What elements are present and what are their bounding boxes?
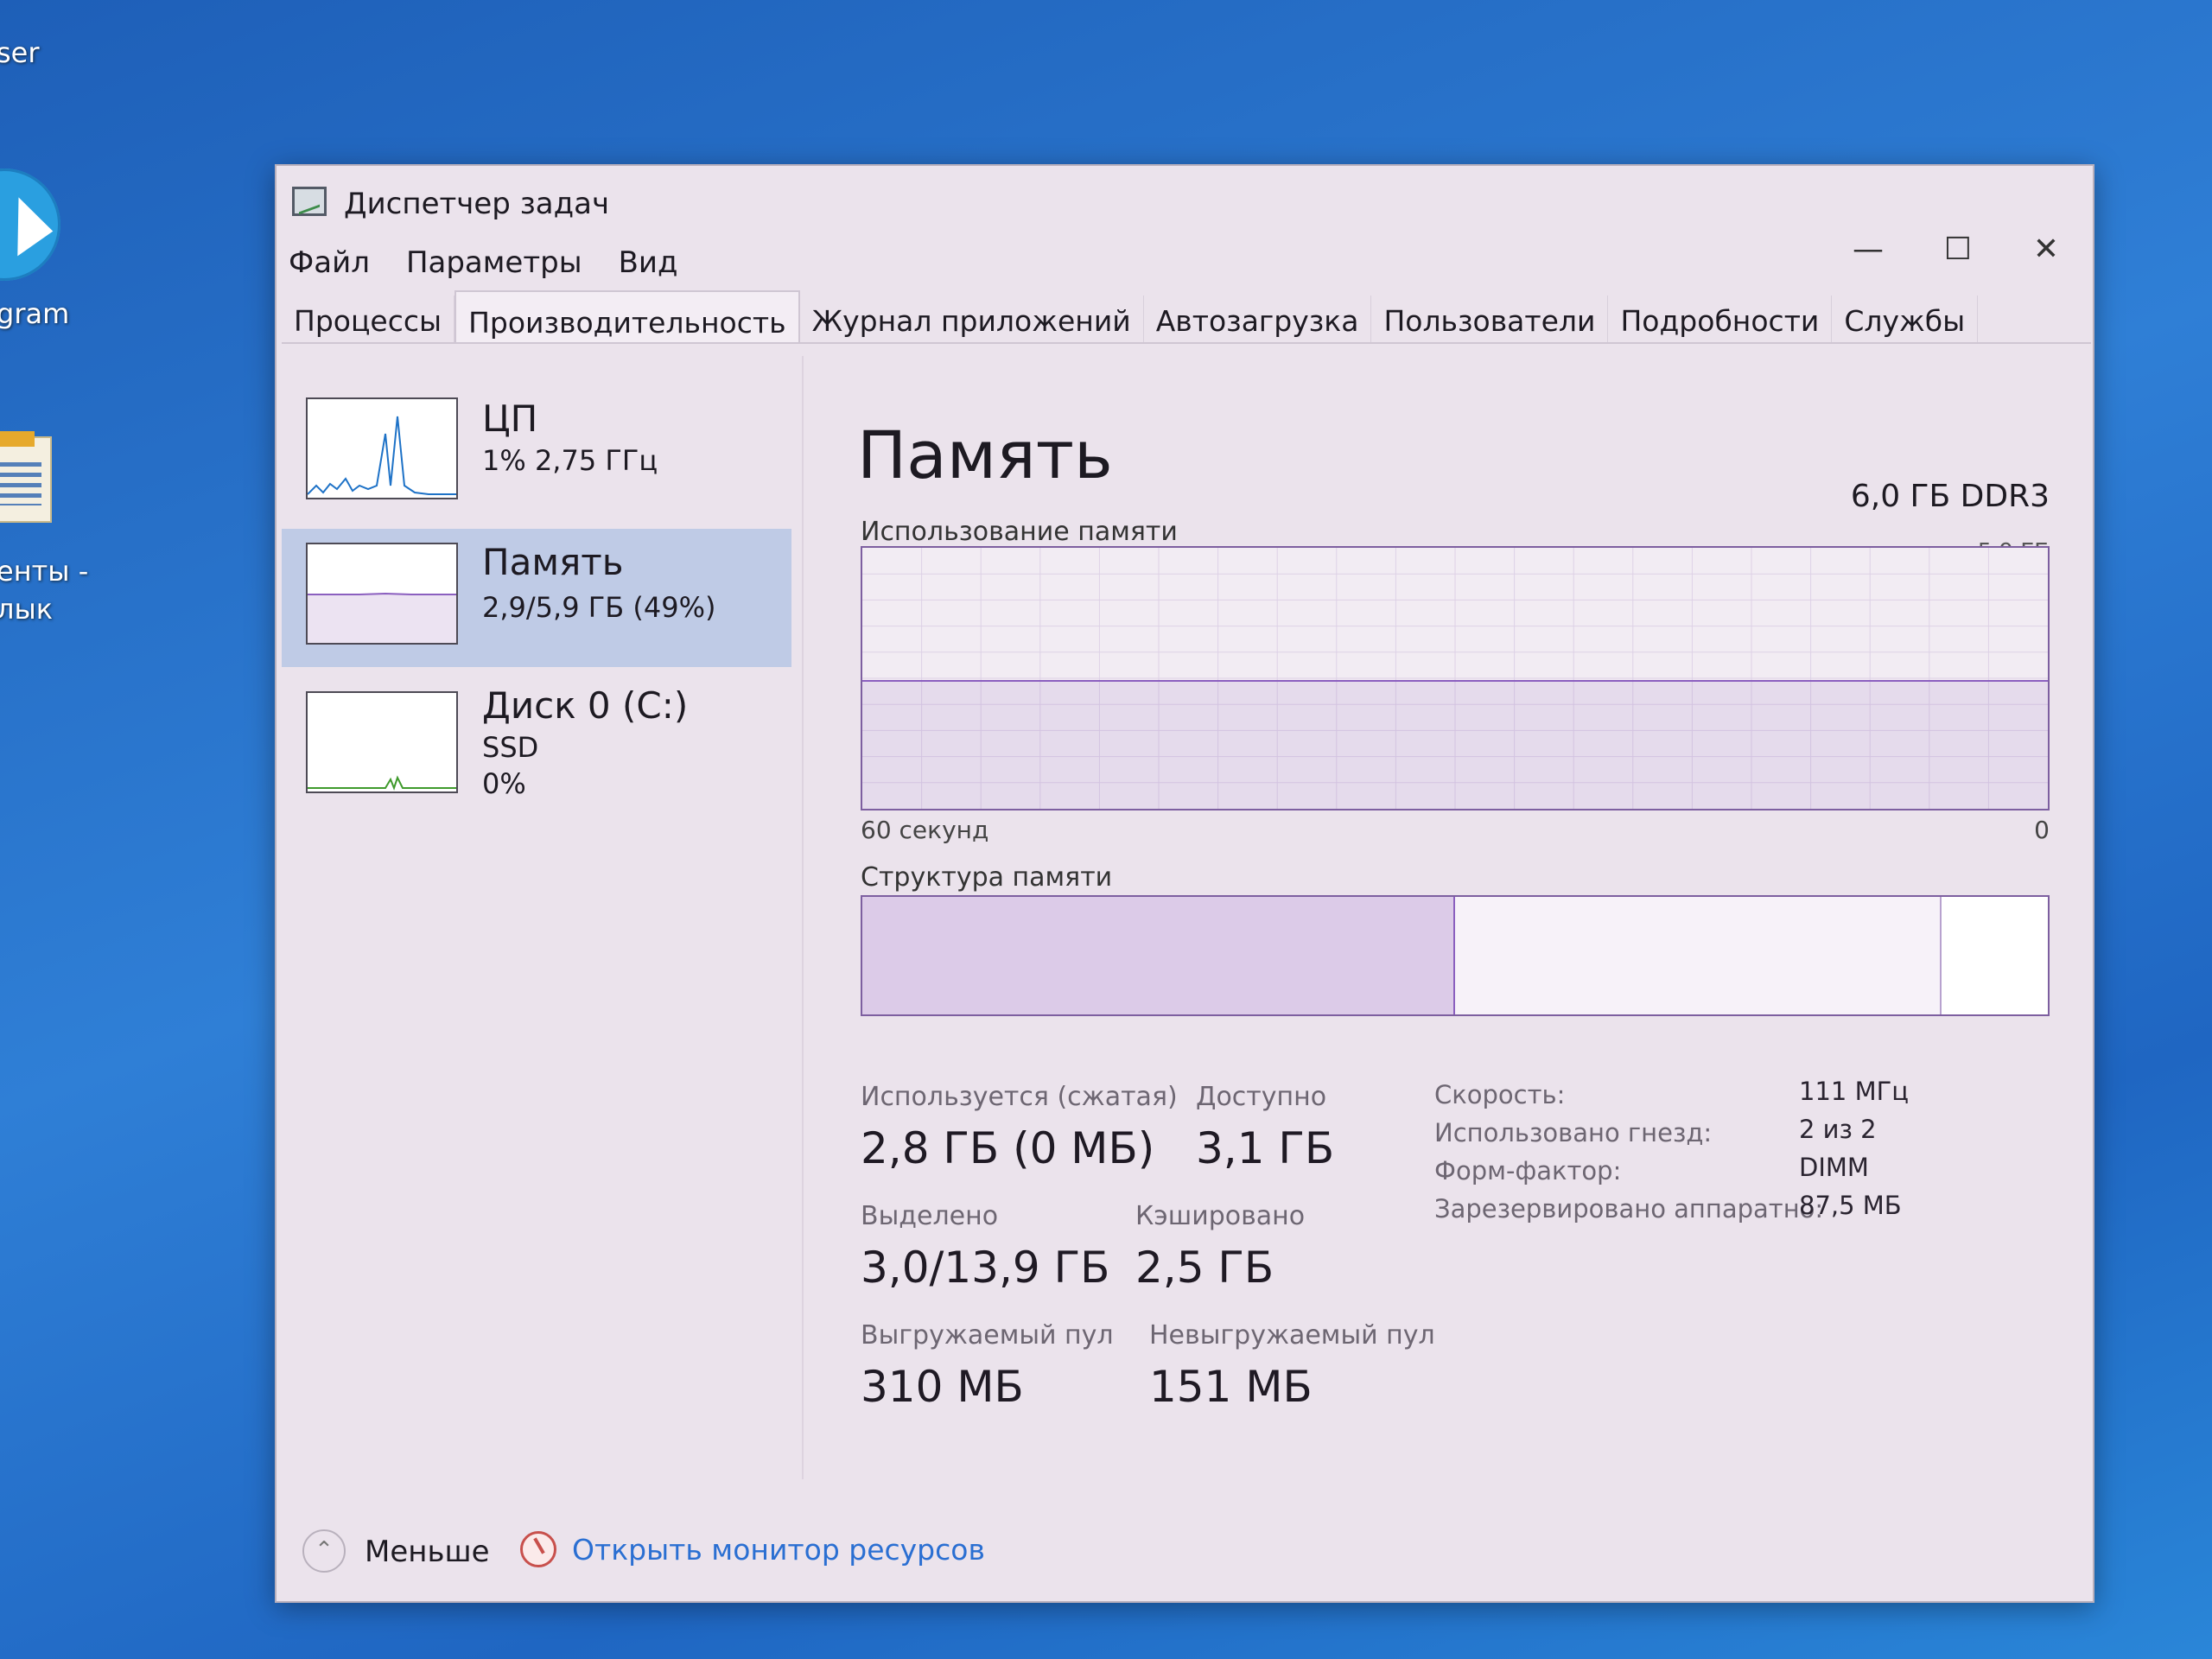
composition-in-use [862,897,1455,1014]
open-resource-monitor-link[interactable]: Открыть монитор ресурсов [572,1533,985,1567]
desktop-icon-label[interactable]: gram [0,296,69,332]
paged-pool-label: Выгружаемый пул [861,1320,1114,1351]
desktop-icon-label[interactable]: енты - [0,553,88,589]
slots-value: 2 из 2 [1799,1115,1877,1144]
available-label: Доступно [1196,1082,1327,1112]
fewer-details-button[interactable]: Меньше [365,1535,490,1569]
chevron-up-icon[interactable]: ⌃ [302,1529,346,1573]
tab-bar: Процессы Производительность Журнал прило… [282,290,2091,344]
cached-label: Кэшировано [1135,1201,1306,1231]
memory-mini-graph [306,543,458,645]
hardware-reserved-value: 87,5 МБ [1799,1191,1902,1220]
menu-file[interactable]: Файл [289,245,370,280]
committed-label: Выделено [861,1201,999,1231]
sidebar-item-sub: 2,9/5,9 ГБ (49%) [482,591,716,624]
document-icon[interactable] [0,431,52,523]
divider [802,356,804,1479]
close-button[interactable]: ✕ [2020,228,2072,271]
memory-usage-svg [862,548,2048,809]
speed-value: 111 МГц [1799,1077,1910,1106]
desktop-icon-label[interactable]: лык [0,591,53,627]
slots-label: Использовано гнезд: [1434,1118,1713,1147]
available-value: 3,1 ГБ [1196,1123,1335,1173]
sidebar-item-title: Память [482,541,624,583]
chart-zero-label: 0 [2034,816,2050,844]
tab-users[interactable]: Пользователи [1371,296,1609,342]
nonpaged-pool-value: 151 МБ [1149,1362,1313,1412]
maximize-button[interactable]: ☐ [1932,228,1984,271]
disk-mini-graph [306,691,458,793]
usage-area [862,681,2048,809]
memory-usage-graph [861,546,2050,810]
form-factor-label: Форм-фактор: [1434,1156,1622,1185]
composition-standby [1455,897,1942,1014]
performance-sidebar: ЦП 1% 2,75 ГГц Память 2,9/5,9 ГБ (49%) Д… [276,347,795,1540]
task-manager-icon [292,187,327,216]
sidebar-item-sub: 1% 2,75 ГГц [482,444,658,477]
cpu-mini-graph [306,397,458,499]
tab-details[interactable]: Подробности [1608,296,1833,342]
in-use-label: Используется (сжатая) [861,1082,1178,1112]
sidebar-item-memory[interactable]: Память 2,9/5,9 ГБ (49%) [282,529,791,667]
menu-view[interactable]: Вид [619,245,678,280]
structure-label: Структура памяти [861,862,1113,893]
in-use-value: 2,8 ГБ (0 МБ) [861,1123,1155,1173]
tab-processes[interactable]: Процессы [282,296,455,342]
title-bar[interactable]: Диспетчер задач [276,166,2093,221]
window-title: Диспетчер задач [344,187,610,221]
tab-startup[interactable]: Автозагрузка [1144,296,1372,342]
paged-pool-value: 310 МБ [861,1362,1024,1412]
chart-time-label: 60 секунд [861,816,989,844]
resource-monitor-icon[interactable] [520,1531,556,1567]
sidebar-item-title: Диск 0 (C:) [482,684,689,727]
task-manager-window: Диспетчер задач — ☐ ✕ Файл Параметры Вид… [275,164,2094,1603]
tab-services[interactable]: Службы [1832,296,1979,342]
chart-label: Использование памяти [861,517,1178,547]
page-title: Память [857,416,1113,493]
hardware-reserved-label: Зарезервировано аппаратно: [1434,1194,1824,1224]
desktop-icon-label[interactable]: ser [0,35,40,71]
sidebar-item-sub: 0% [482,767,526,800]
menu-bar: Файл Параметры Вид [289,245,678,280]
footer-bar: ⌃ Меньше Открыть монитор ресурсов [276,1514,2093,1592]
minimize-button[interactable]: — [1842,228,1894,271]
speed-label: Скорость: [1434,1080,1566,1109]
tab-performance[interactable]: Производительность [454,290,800,342]
menu-options[interactable]: Параметры [406,245,582,280]
sidebar-item-sub: SSD [482,731,539,764]
sidebar-item-title: ЦП [482,397,538,440]
form-factor-value: DIMM [1799,1153,1869,1182]
tab-app-history[interactable]: Журнал приложений [800,296,1144,342]
composition-free [1941,897,2048,1014]
committed-value: 3,0/13,9 ГБ [861,1243,1110,1293]
nonpaged-pool-label: Невыгружаемый пул [1149,1320,1435,1351]
memory-composition-bar [861,895,2050,1016]
cached-value: 2,5 ГБ [1135,1243,1274,1293]
sidebar-item-disk[interactable]: Диск 0 (C:) SSD 0% [282,676,791,814]
sidebar-item-cpu[interactable]: ЦП 1% 2,75 ГГц [282,387,791,525]
memory-type: 6,0 ГБ DDR3 [1850,479,2050,514]
